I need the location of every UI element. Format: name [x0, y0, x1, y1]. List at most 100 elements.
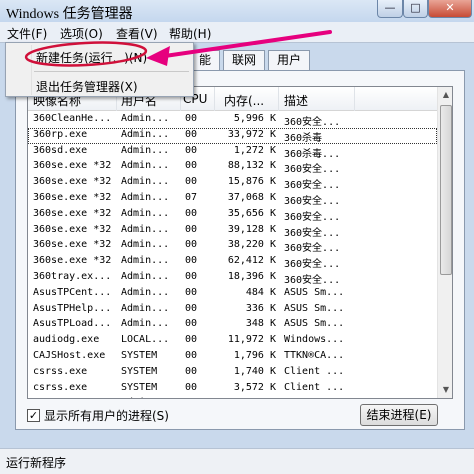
process-cpu-cell: 00: [185, 270, 198, 282]
table-row[interactable]: 360se.exe *32 Admin... 00 88,132 K 360安全...: [28, 159, 437, 175]
table-row[interactable]: AsusTPCent... Admin... 00 484 K ASUS Sm...: [28, 286, 437, 302]
process-name-cell: CAJSHost.exe: [33, 349, 106, 361]
menu-item-exit[interactable]: 退出任务管理器(X): [36, 78, 138, 95]
maximize-button[interactable]: □: [403, 0, 428, 18]
process-memory-cell: 62,412 K: [227, 255, 276, 267]
scroll-down-icon[interactable]: ▼: [438, 382, 452, 398]
process-cpu-cell: 00: [185, 318, 198, 330]
table-row[interactable]: ...Admin 00 11,776 K 桌面窗口...: [28, 396, 437, 398]
table-row[interactable]: audiodg.exe LOCAL... 00 11,972 K Windows...: [28, 333, 437, 349]
process-user-cell: SYSTEM: [121, 381, 158, 393]
scroll-thumb[interactable]: [440, 105, 452, 275]
process-list[interactable]: 映像名称 用户名 CPU 内存(... 描述 360CleanHe... Admi…: [27, 86, 453, 399]
menu-help[interactable]: 帮助(H): [169, 25, 211, 42]
table-row[interactable]: 360se.exe *32 Admin... 00 39,128 K 360安全...: [28, 223, 437, 239]
menu-item-new-task[interactable]: 新建任务(运行...)(N): [36, 49, 147, 66]
process-memory-cell: 11,972 K: [227, 334, 276, 346]
process-user-cell: Admin...: [121, 113, 170, 124]
process-cpu-cell: 00: [185, 207, 198, 219]
process-name-cell: 360se.exe *32: [33, 223, 112, 235]
menu-view[interactable]: 查看(V): [116, 25, 158, 42]
process-name-cell: AsusTPLoad...: [33, 318, 112, 330]
show-all-users-checkbox[interactable]: ✓ 显示所有用户的进程(S): [27, 406, 169, 424]
menu-options[interactable]: 选项(O): [60, 25, 103, 42]
process-cpu-cell: 00: [185, 176, 198, 188]
table-row[interactable]: 360rp.exe Admin... 00 33,972 K 360杀毒: [28, 127, 437, 144]
process-user-cell: Admin...: [121, 207, 170, 219]
column-header-memory[interactable]: 内存(...: [224, 92, 264, 109]
process-description-cell: ASUS Sm...: [284, 302, 345, 314]
tab-network[interactable]: 联网: [223, 50, 265, 70]
process-cpu-cell: 00: [185, 113, 198, 124]
menu-separator: [34, 71, 189, 72]
tab-users[interactable]: 用户: [268, 50, 310, 70]
process-user-cell: Admin...: [121, 255, 170, 267]
process-memory-cell: 88,132 K: [227, 160, 276, 172]
minimize-button[interactable]: —: [377, 0, 403, 18]
table-row[interactable]: 360se.exe *32 Admin... 00 62,412 K 360安全...: [28, 254, 437, 270]
table-row[interactable]: csrss.exe SYSTEM 00 1,740 K Client ...: [28, 365, 437, 381]
table-row[interactable]: csrss.exe SYSTEM 00 3,572 K Client ...: [28, 381, 437, 397]
process-name-cell: 360CleanHe...: [33, 113, 112, 124]
process-description-cell: Client ...: [284, 381, 345, 393]
process-name-cell: 360se.exe *32: [33, 239, 112, 251]
process-memory-cell: 1,740 K: [233, 365, 276, 377]
process-name-cell: ...: [33, 397, 119, 398]
file-menu-dropdown: 新建任务(运行...)(N) 退出任务管理器(X): [5, 42, 194, 97]
process-description-cell: Windows...: [284, 334, 345, 346]
tab-performance[interactable]: 能: [190, 50, 220, 70]
table-row[interactable]: 360se.exe *32 Admin... 00 38,220 K 360安全...: [28, 238, 437, 254]
status-bar: 运行新程序: [0, 448, 474, 474]
process-description-cell: TTKN®CA...: [284, 349, 345, 361]
title-bar: Windows 任务管理器 — □ ✕: [0, 0, 474, 22]
process-user-cell: Admin...: [121, 176, 170, 188]
scroll-up-icon[interactable]: ▲: [438, 87, 452, 103]
table-row[interactable]: 360se.exe *32 Admin... 00 15,876 K 360安全...: [28, 175, 437, 191]
process-name-cell: 360se.exe *32: [33, 255, 112, 267]
process-description-cell: 360安全...: [284, 259, 341, 271]
process-cpu-cell: 00: [185, 144, 198, 156]
process-user-cell: Admin...: [121, 128, 170, 140]
process-rows: 360CleanHe... Admin... 00 5,996 K 360安全... 36…: [28, 112, 437, 398]
table-row[interactable]: 360se.exe *32 Admin... 07 37,068 K 360安全...: [28, 191, 437, 207]
process-memory-cell: 18,396 K: [227, 270, 276, 282]
table-row[interactable]: 360tray.ex... Admin... 00 18,396 K 360安全...: [28, 270, 437, 286]
process-description-cell: 360安全...: [284, 117, 341, 128]
process-name-cell: csrss.exe: [33, 381, 88, 393]
menu-file[interactable]: 文件(F): [7, 25, 47, 42]
process-description-cell: 桌面窗口...: [284, 397, 354, 398]
table-row[interactable]: CAJSHost.exe SYSTEM 00 1,796 K TTKN®CA...: [28, 349, 437, 365]
process-user-cell: Admin...: [121, 302, 170, 314]
show-all-users-label: 显示所有用户的进程(S): [44, 408, 169, 423]
process-description-cell: 360安全...: [284, 211, 341, 223]
process-name-cell: 360se.exe *32: [33, 160, 112, 172]
process-memory-cell: 1,796 K: [233, 349, 276, 361]
end-process-button[interactable]: 结束进程(E): [360, 404, 438, 426]
table-row[interactable]: 360CleanHe... Admin... 00 5,996 K 360安全...: [28, 112, 437, 128]
table-row[interactable]: AsusTPLoad... Admin... 00 348 K ASUS Sm...: [28, 317, 437, 333]
process-user-cell: Admin...: [121, 191, 170, 203]
process-cpu-cell: 07: [185, 191, 198, 203]
window-title: Windows 任务管理器: [6, 7, 133, 22]
process-name-cell: 360tray.ex...: [33, 270, 112, 282]
vertical-scrollbar[interactable]: ▲ ▼: [437, 87, 452, 398]
process-cpu-cell: 00: [185, 349, 198, 361]
process-cpu-cell: 00: [185, 365, 198, 377]
process-user-cell: Admin...: [121, 160, 170, 172]
table-row[interactable]: AsusTPHelp... Admin... 00 336 K ASUS Sm...: [28, 302, 437, 318]
process-memory-cell: 33,972 K: [227, 128, 276, 140]
process-memory-cell: 484 K: [245, 286, 276, 298]
process-user-cell: Admin...: [121, 239, 170, 251]
table-row[interactable]: 360sd.exe Admin... 00 1,272 K 360杀毒...: [28, 144, 437, 160]
process-memory-cell: 3,572 K: [233, 381, 276, 393]
process-cpu-cell: 00: [185, 239, 198, 251]
process-memory-cell: 336 K: [245, 302, 276, 314]
table-row[interactable]: 360se.exe *32 Admin... 00 35,656 K 360安全...: [28, 207, 437, 223]
process-cpu-cell: 00: [185, 334, 198, 346]
checkbox-check-icon[interactable]: ✓: [27, 408, 40, 422]
close-button[interactable]: ✕: [428, 0, 472, 18]
process-cpu-cell: 00: [185, 128, 198, 140]
column-header-description[interactable]: 描述: [284, 92, 308, 109]
process-user-cell: Admin: [121, 397, 181, 398]
process-name-cell: 360se.exe *32: [33, 176, 112, 188]
